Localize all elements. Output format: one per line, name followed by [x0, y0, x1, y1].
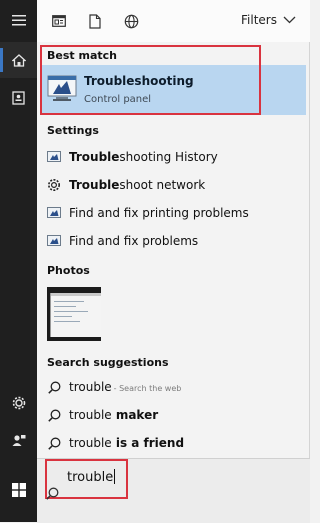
settings-icon: [12, 396, 25, 410]
control-panel-icon: [46, 234, 62, 248]
screenshot-preview: [50, 293, 101, 337]
web-filter-button[interactable]: [121, 11, 141, 31]
search-icon: [46, 380, 62, 394]
annotation-highlight-box: [40, 45, 261, 115]
home-icon: [11, 53, 26, 67]
settings-item-printing-problems[interactable]: Find and fix printing problems: [37, 200, 309, 226]
search-input[interactable]: trouble: [67, 469, 116, 485]
hamburger-menu-button[interactable]: [0, 2, 37, 38]
notebook-button[interactable]: [0, 80, 37, 116]
search-input-value: trouble: [67, 470, 114, 485]
search-scope-toolbar: Filters: [37, 0, 310, 42]
search-icon: [46, 485, 59, 504]
home-button[interactable]: [0, 42, 37, 78]
search-suggestions-heading: Search suggestions: [47, 356, 169, 369]
suggestion-bold-suffix: is a friend: [111, 436, 185, 450]
control-panel-icon: [46, 206, 62, 220]
filters-dropdown[interactable]: Filters: [241, 13, 296, 27]
windows-start-button[interactable]: [0, 470, 37, 510]
suggestion-label: trouble is a friend: [69, 436, 184, 450]
settings-heading: Settings: [47, 124, 99, 137]
suggestion-item[interactable]: trouble maker: [37, 402, 309, 428]
suggestion-query: trouble: [69, 380, 112, 394]
row-label-rest: Find and fix problems: [69, 234, 199, 248]
chevron-down-icon: [283, 16, 296, 24]
text-caret: [114, 469, 116, 484]
apps-icon: [52, 15, 66, 27]
apps-filter-button[interactable]: [49, 11, 69, 31]
photos-heading: Photos: [47, 264, 90, 277]
suggestion-query: trouble: [69, 436, 112, 450]
settings-item-troubleshooting-history[interactable]: Troubleshooting History: [37, 144, 309, 170]
search-icon: [46, 408, 62, 422]
start-menu-left-strip: [0, 0, 37, 522]
user-feedback-icon: [12, 434, 25, 446]
hamburger-icon: [11, 14, 26, 25]
row-label: Troubleshoot network: [69, 178, 205, 192]
notebook-icon: [12, 91, 25, 105]
search-icon: [46, 436, 62, 450]
row-label: Find and fix printing problems: [69, 206, 249, 220]
suggestion-label: trouble maker: [69, 408, 158, 422]
document-icon: [89, 13, 101, 29]
web-globe-icon: [124, 14, 138, 28]
settings-button[interactable]: [0, 385, 37, 421]
suggestion-item[interactable]: trouble - Search the web: [37, 374, 309, 400]
row-label-rest: shooting History: [119, 150, 218, 164]
network-gear-icon: [46, 178, 62, 192]
settings-item-troubleshoot-network[interactable]: Troubleshoot network: [37, 172, 309, 198]
row-label: Find and fix problems: [69, 234, 198, 248]
row-label: Troubleshooting History: [69, 150, 218, 164]
control-panel-icon: [46, 150, 62, 164]
windows-start-icon: [11, 483, 26, 497]
filters-label: Filters: [241, 13, 277, 27]
row-label-rest: shoot network: [119, 178, 206, 192]
start-search-window: Filters Best match Troubleshooting Contr…: [0, 0, 310, 523]
documents-filter-button[interactable]: [85, 11, 105, 31]
row-label-rest: Find and fix printing problems: [69, 206, 249, 220]
suggestion-muted: - Search the web: [113, 384, 182, 393]
feedback-button[interactable]: [0, 422, 37, 458]
row-label-bold: Trouble: [69, 150, 120, 164]
search-box[interactable]: trouble: [37, 458, 310, 523]
suggestion-label: trouble - Search the web: [69, 380, 181, 394]
suggestion-item[interactable]: trouble is a friend: [37, 430, 309, 456]
suggestion-query: trouble: [69, 408, 112, 422]
settings-item-fix-problems[interactable]: Find and fix problems: [37, 228, 309, 254]
row-label-bold: Trouble: [69, 178, 120, 192]
suggestion-bold-suffix: maker: [111, 408, 159, 422]
photo-thumbnail[interactable]: [47, 287, 101, 341]
search-results-panel: Best match Troubleshooting Control panel…: [37, 42, 310, 458]
